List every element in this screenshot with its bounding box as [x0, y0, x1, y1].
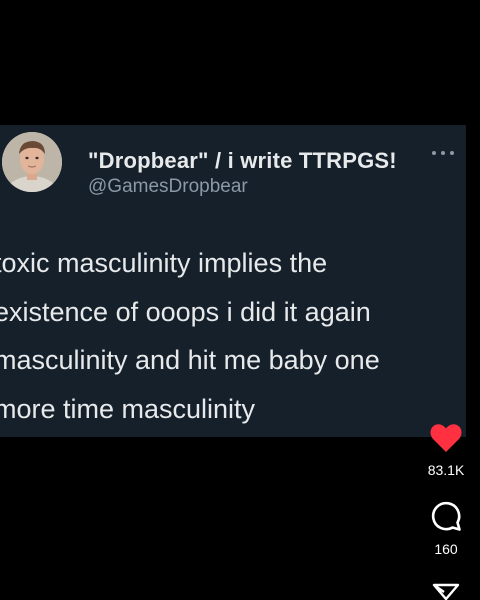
comment-button[interactable]: 160	[418, 500, 474, 557]
send-icon[interactable]	[432, 582, 460, 600]
display-name[interactable]: "Dropbear" / i write TTRPGS!	[88, 148, 397, 174]
share-button[interactable]	[418, 582, 474, 600]
tweet-text-line: masculinity and hit me baby one	[0, 345, 380, 375]
reel-viewport: "Dropbear" / i write TTRPGS! @GamesDropb…	[0, 0, 480, 600]
like-count: 83.1K	[427, 462, 465, 478]
comment-bubble-icon[interactable]	[430, 500, 462, 532]
user-handle[interactable]: @GamesDropbear	[88, 176, 248, 198]
tweet-text-line: toxic masculinity implies the	[0, 248, 328, 278]
avatar-photo	[2, 132, 62, 192]
tweet-text: toxic masculinity implies the existence …	[0, 239, 466, 433]
comment-count: 160	[434, 541, 458, 557]
tweet-text-line: existence of ooops i did it again	[0, 296, 371, 327]
tweet-text-line: more time masculinity	[0, 393, 256, 424]
like-button[interactable]: 83.1K	[418, 423, 474, 478]
tweet-screenshot-card: "Dropbear" / i write TTRPGS! @GamesDropb…	[0, 125, 466, 437]
more-dots-icon[interactable]	[427, 145, 459, 161]
avatar	[2, 132, 62, 192]
heart-icon[interactable]	[429, 423, 463, 453]
